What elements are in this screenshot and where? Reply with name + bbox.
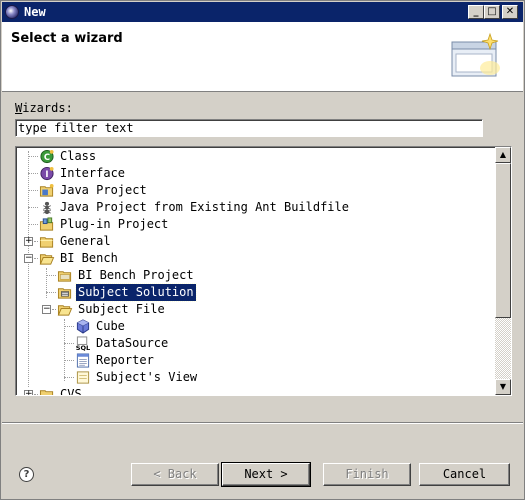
tree-item-bi-bench[interactable]: − BI Bench (16, 250, 486, 267)
vertical-scrollbar[interactable]: ▲ ▼ (495, 147, 511, 395)
wizards-label: Wizards: (15, 101, 73, 115)
collapse-toggle[interactable]: − (42, 305, 51, 314)
tree-item-bi-bench-project[interactable]: BI Bench Project (16, 267, 486, 284)
new-wizard-dialog: New _ □ ✕ Select a wizard Wizards: C Cla… (0, 0, 525, 500)
expand-toggle[interactable]: + (24, 237, 33, 246)
tree-line (34, 394, 38, 395)
ant-icon (43, 201, 51, 215)
tree-item-datasource[interactable]: SQL DataSource (16, 335, 486, 352)
tree-item-subjects-view[interactable]: Subject's View (16, 369, 486, 386)
tree-item-label: BI Bench Project (78, 268, 194, 282)
title-bar: New _ □ ✕ (2, 2, 523, 22)
subject-solution-icon (57, 288, 72, 299)
tree-item-label: DataSource (96, 336, 169, 350)
tree-item-plugin-project[interactable]: Plug-in Project (16, 216, 486, 233)
tree-line (64, 377, 74, 378)
tree-item-label: BI Bench (60, 251, 118, 265)
tree-item-label: General (60, 234, 111, 248)
tree-item-label: Plug-in Project (60, 217, 169, 231)
page-title: Select a wizard (11, 31, 123, 46)
tree-line (28, 190, 38, 191)
folder-icon (39, 390, 54, 395)
scroll-thumb[interactable] (495, 163, 511, 318)
eclipse-icon (5, 5, 19, 19)
tree-item-label: Reporter (96, 353, 154, 367)
back-button[interactable]: < Back (131, 463, 219, 486)
tree-item-subject-file[interactable]: − Subject File (16, 301, 486, 318)
folder-open-icon (39, 254, 55, 265)
maximize-button[interactable]: □ (484, 5, 500, 19)
tree-item-label: Class (60, 149, 97, 163)
scroll-down-button[interactable]: ▼ (495, 379, 511, 395)
class-icon: C (40, 149, 54, 164)
close-button[interactable]: ✕ (502, 5, 518, 19)
separator (2, 422, 523, 424)
tree-line (28, 207, 38, 208)
tree-line (28, 156, 38, 157)
tree-line (64, 343, 74, 344)
project-folder-icon (57, 271, 72, 282)
tree-item-label: CVS (60, 387, 82, 396)
cube-icon (76, 319, 90, 334)
tree-line (34, 258, 38, 259)
svg-text:SQL: SQL (76, 344, 90, 351)
help-icon[interactable]: ? (19, 467, 34, 482)
wizard-tree: C Class I Interface Java Project Java Pr… (15, 146, 512, 396)
cancel-button[interactable]: Cancel (419, 463, 510, 486)
collapse-toggle[interactable]: − (24, 254, 33, 263)
tree-item-java-ant-project[interactable]: Java Project from Existing Ant Buildfile (16, 199, 486, 216)
tree-item-interface[interactable]: I Interface (16, 165, 486, 182)
tree-line (64, 360, 74, 361)
view-icon (76, 371, 90, 384)
tree-item-label: Subject's View (96, 370, 198, 384)
plugin-project-icon (39, 217, 54, 231)
tree-item-label: Interface (60, 166, 126, 180)
tree-item-java-project[interactable]: Java Project (16, 182, 486, 199)
tree-item-cvs[interactable]: + CVS (16, 386, 486, 396)
tree-item-reporter[interactable]: Reporter (16, 352, 486, 369)
tree-line (34, 241, 38, 242)
sql-icon: SQL (76, 336, 90, 351)
tree-item-general[interactable]: + General (16, 233, 486, 250)
tree-line (46, 275, 56, 276)
next-button[interactable]: Next > (221, 462, 311, 487)
folder-icon (39, 237, 54, 248)
scroll-up-button[interactable]: ▲ (495, 147, 511, 163)
tree-line (28, 224, 38, 225)
new-wizard-graphic-icon (451, 32, 500, 77)
interface-icon: I (40, 166, 54, 181)
tree-item-subject-solution[interactable]: Subject Solution (16, 283, 486, 302)
tree-line (46, 292, 56, 293)
tree-item-cube[interactable]: Cube (16, 318, 486, 335)
minimize-button[interactable]: _ (468, 5, 484, 19)
svg-text:C: C (44, 152, 50, 162)
tree-line (64, 326, 74, 327)
tree-item-label: Subject File (78, 302, 165, 316)
filter-input[interactable] (15, 119, 483, 137)
tree-line (28, 173, 38, 174)
java-project-icon (39, 183, 54, 197)
tree-item-label: Java Project (60, 183, 147, 197)
tree-item-label: Cube (96, 319, 125, 333)
expand-toggle[interactable]: + (24, 390, 33, 395)
window-title: New (24, 5, 46, 19)
reporter-icon (76, 353, 90, 368)
tree-item-label: Java Project from Existing Ant Buildfile (60, 200, 349, 214)
tree-item-label: Subject Solution (75, 283, 197, 302)
finish-button[interactable]: Finish (323, 463, 411, 486)
svg-text:I: I (45, 169, 48, 179)
wizard-banner: Select a wizard (2, 22, 523, 92)
folder-open-icon (57, 305, 73, 316)
tree-line (52, 309, 56, 310)
tree-item-class[interactable]: C Class (16, 148, 486, 165)
